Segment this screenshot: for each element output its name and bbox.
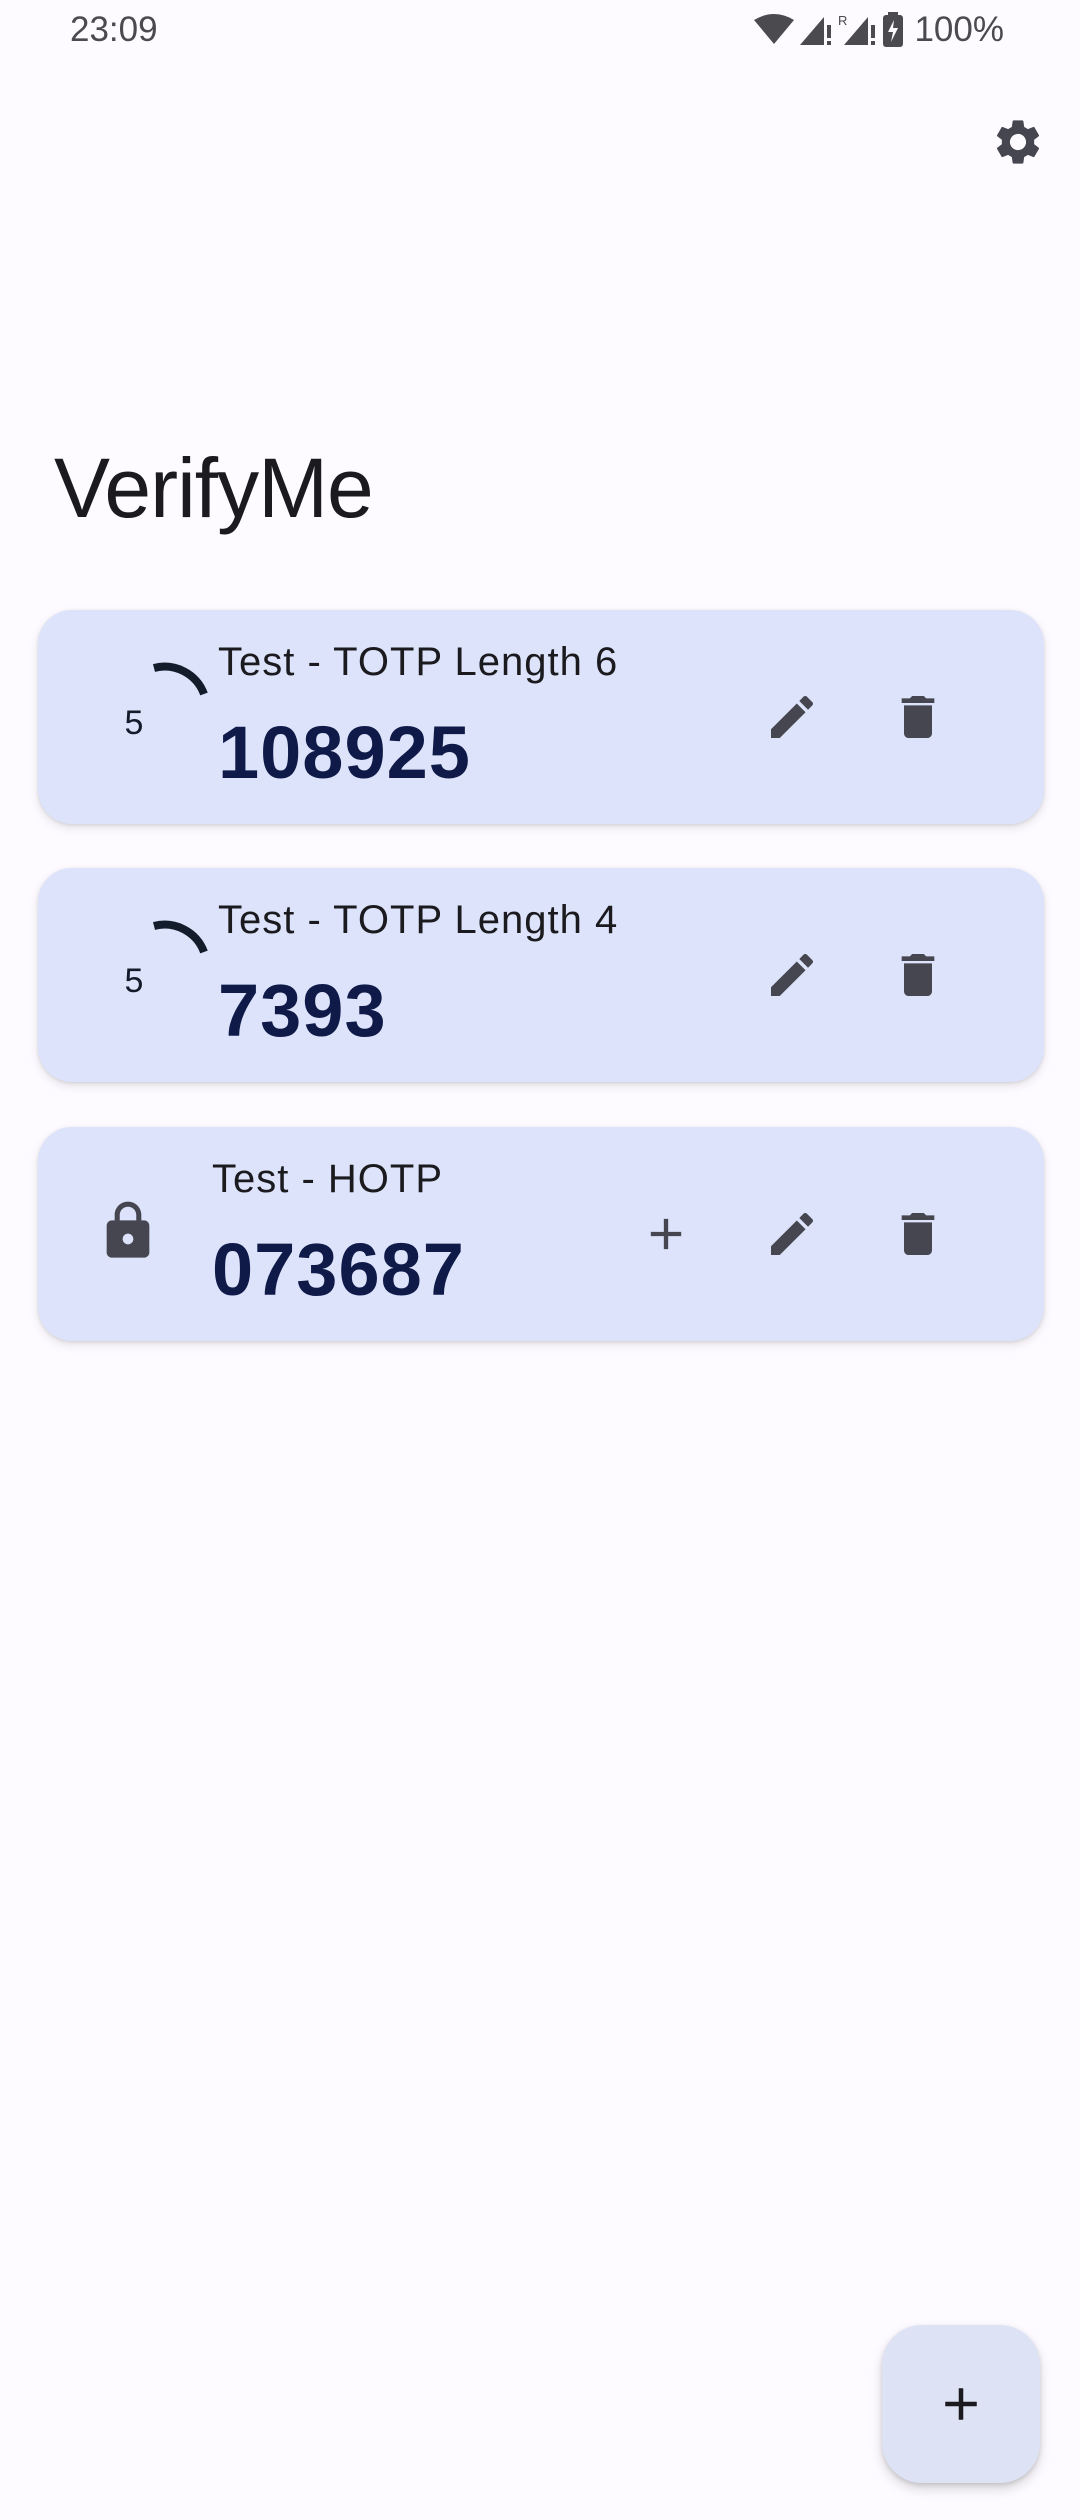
token-code[interactable]: 108925 — [218, 710, 471, 795]
cell-signal-roaming-icon: R — [838, 13, 876, 45]
trash-icon — [901, 1213, 935, 1255]
plus-icon — [945, 2388, 977, 2420]
status-time: 23:09 — [70, 10, 158, 49]
token-label: Test - TOTP Length 6 — [218, 640, 619, 684]
status-bar: 23:09 R 100% — [0, 0, 1080, 64]
countdown-timer: 5 — [104, 914, 214, 1024]
countdown-seconds: 5 — [124, 704, 144, 742]
trash-icon — [901, 954, 935, 996]
token-label: Test - HOTP — [212, 1157, 444, 1201]
delete-button[interactable] — [878, 935, 958, 1015]
gear-icon — [996, 120, 1040, 164]
edit-button[interactable] — [752, 1194, 832, 1274]
plus-icon — [650, 1218, 682, 1250]
status-icons: R 100% — [754, 10, 1004, 50]
delete-button[interactable] — [878, 677, 958, 757]
edit-button[interactable] — [752, 677, 832, 757]
token-label: Test - TOTP Length 4 — [218, 898, 619, 942]
settings-button[interactable] — [982, 106, 1054, 178]
battery-percentage: 100% — [914, 10, 1004, 49]
countdown-timer: 5 — [104, 656, 214, 766]
token-code[interactable]: 073687 — [212, 1227, 465, 1312]
countdown-seconds: 5 — [124, 962, 144, 1000]
trash-icon — [901, 696, 935, 738]
page-title: VerifyMe — [54, 441, 374, 535]
pencil-icon — [771, 1212, 814, 1255]
battery-charging-icon — [883, 12, 904, 47]
cell-signal-icon — [800, 17, 832, 45]
add-token-button[interactable] — [882, 2325, 1040, 2483]
token-card[interactable]: Test - HOTP 073687 — [38, 1127, 1044, 1341]
pencil-icon — [771, 695, 814, 738]
token-code[interactable]: 7393 — [218, 968, 387, 1053]
lock-icon — [106, 1201, 150, 1258]
pencil-icon — [771, 953, 814, 996]
wifi-icon — [754, 14, 795, 44]
edit-button[interactable] — [752, 935, 832, 1015]
svg-text:R: R — [838, 13, 847, 28]
token-card[interactable]: 5 Test - TOTP Length 4 7393 — [38, 868, 1044, 1082]
token-card[interactable]: 5 Test - TOTP Length 6 108925 — [38, 610, 1044, 824]
increment-counter-button[interactable] — [626, 1194, 706, 1274]
delete-button[interactable] — [878, 1194, 958, 1274]
